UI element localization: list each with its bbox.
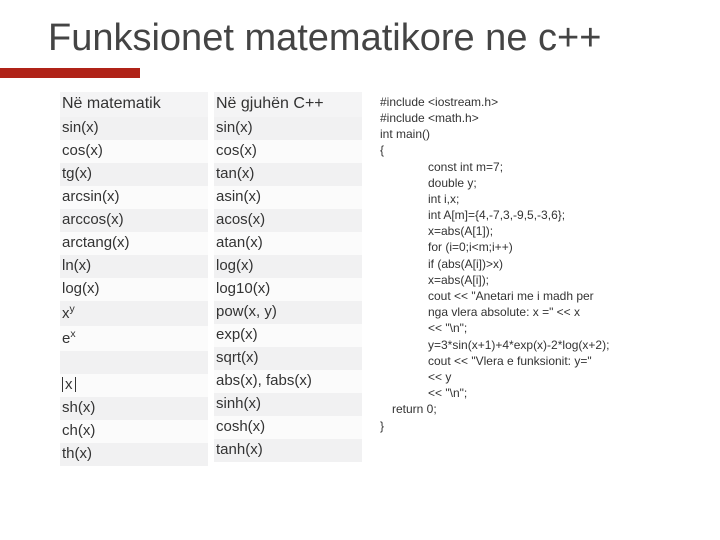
table-row: xy (60, 301, 208, 326)
table-row: abs(x), fabs(x) (214, 370, 362, 393)
code-sample: #include <iostream.h>#include <math.h>in… (380, 92, 680, 466)
code-line: #include <iostream.h> (380, 94, 680, 110)
code-line: << "\n"; (380, 385, 680, 401)
code-line: } (380, 418, 680, 434)
code-line: << y (380, 369, 680, 385)
code-line: const int m=7; (380, 159, 680, 175)
code-line: x=abs(A[1]); (380, 223, 680, 239)
code-line: #include <math.h> (380, 110, 680, 126)
code-line: int A[m]={4,-7,3,-9,5,-3,6}; (380, 207, 680, 223)
cpp-column: Në gjuhën C++ sin(x)cos(x)tan(x)asin(x)a… (214, 92, 362, 466)
page-title: Funksionet matematikore ne c++ (48, 18, 680, 60)
table-row: asin(x) (214, 186, 362, 209)
code-line: y=3*sin(x+1)+4*exp(x)-2*log(x+2); (380, 337, 680, 353)
table-row: log(x) (60, 278, 208, 301)
math-header: Në matematik (60, 92, 208, 117)
table-row: cosh(x) (214, 416, 362, 439)
code-line: cout << "Anetari me i madh per (380, 288, 680, 304)
code-line: int i,x; (380, 191, 680, 207)
code-line: { (380, 142, 680, 158)
content-area: Në matematik sin(x)cos(x)tg(x)arcsin(x)a… (60, 92, 680, 466)
table-row: acos(x) (214, 209, 362, 232)
table-row: th(x) (60, 443, 208, 466)
math-column: Në matematik sin(x)cos(x)tg(x)arcsin(x)a… (60, 92, 208, 466)
code-line: for (i=0;i<m;i++) (380, 239, 680, 255)
code-line: int main() (380, 126, 680, 142)
table-row: arcsin(x) (60, 186, 208, 209)
table-row: sqrt(x) (214, 347, 362, 370)
table-row: ln(x) (60, 255, 208, 278)
code-line: if (abs(A[i])>x) (380, 256, 680, 272)
table-row: tg(x) (60, 163, 208, 186)
accent-bar (0, 68, 140, 78)
table-row: tanh(x) (214, 439, 362, 462)
table-row: ch(x) (60, 420, 208, 443)
table-row: exp(x) (214, 324, 362, 347)
slide: Funksionet matematikore ne c++ Në matema… (0, 0, 720, 486)
code-line: cout << "Vlera e funksionit: y=" (380, 353, 680, 369)
cpp-header: Në gjuhën C++ (214, 92, 362, 117)
table-row: sin(x) (214, 117, 362, 140)
table-row: sh(x) (60, 397, 208, 420)
table-row: sinh(x) (214, 393, 362, 416)
table-row: arctang(x) (60, 232, 208, 255)
table-row: tan(x) (214, 163, 362, 186)
code-line: return 0; (380, 401, 680, 417)
table-row: sin(x) (60, 117, 208, 140)
table-row: atan(x) (214, 232, 362, 255)
code-line: nga vlera absolute: x =" << x (380, 304, 680, 320)
table-row: ex (60, 326, 208, 351)
table-row: log10(x) (214, 278, 362, 301)
table-row (60, 351, 208, 374)
table-row: x (60, 374, 208, 397)
code-line: x=abs(A[i]); (380, 272, 680, 288)
table-row: pow(x, y) (214, 301, 362, 324)
table-row: log(x) (214, 255, 362, 278)
table-row: arccos(x) (60, 209, 208, 232)
table-row: cos(x) (214, 140, 362, 163)
code-line: << "\n"; (380, 320, 680, 336)
functions-table: Në matematik sin(x)cos(x)tg(x)arcsin(x)a… (60, 92, 362, 466)
table-row: cos(x) (60, 140, 208, 163)
code-line: double y; (380, 175, 680, 191)
